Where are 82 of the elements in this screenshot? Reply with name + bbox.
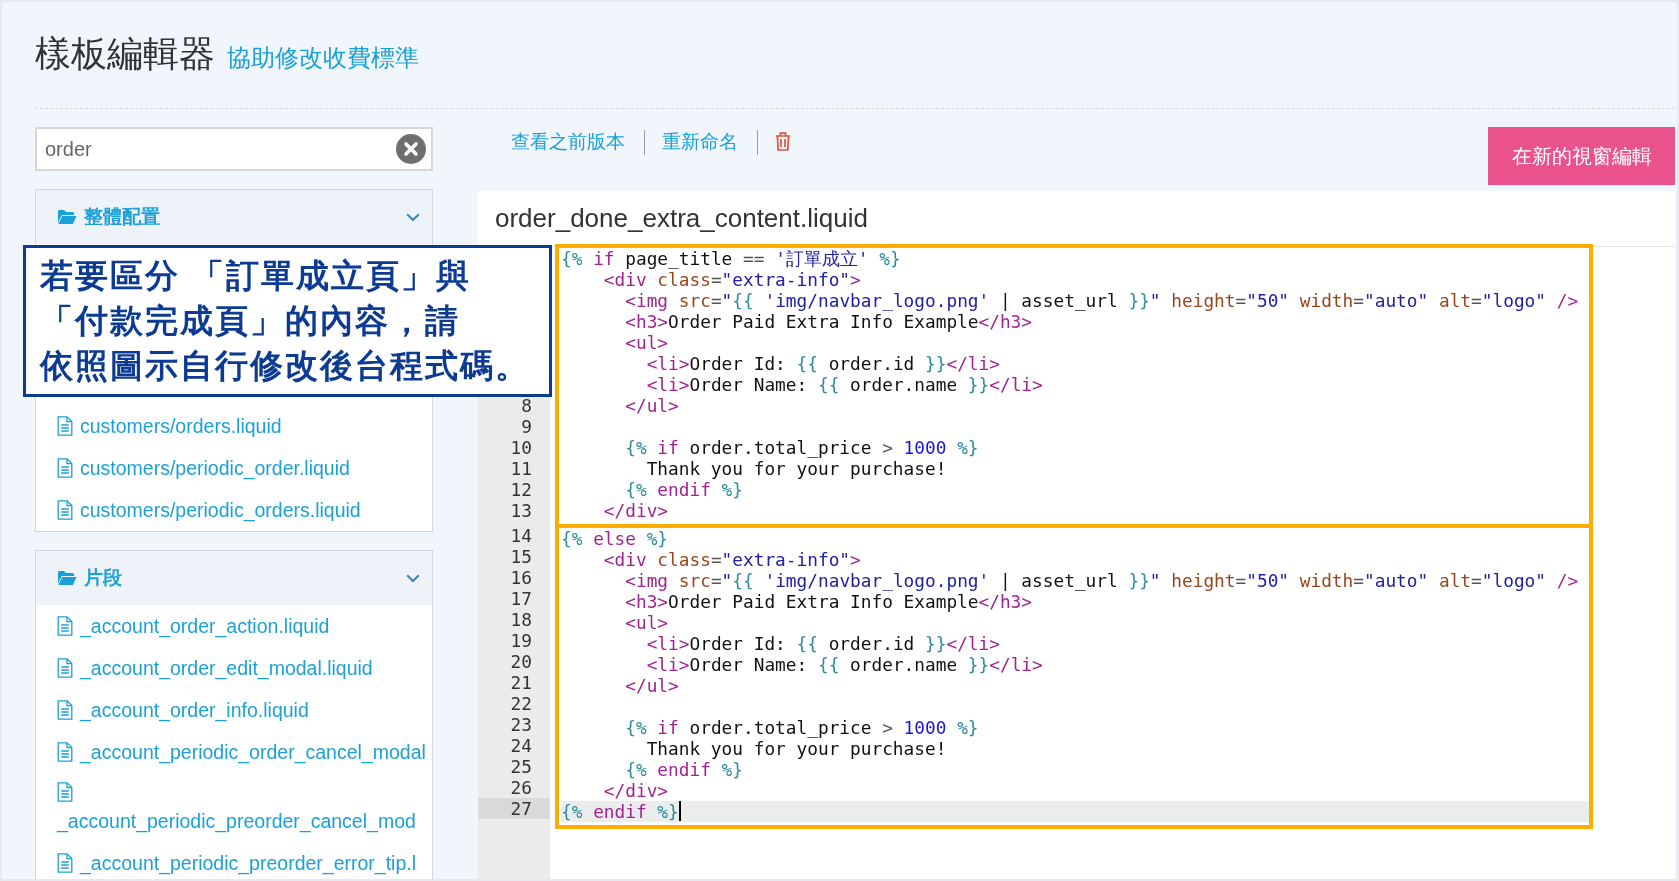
file-link[interactable]: _account_order_edit_modal.liquid [57,656,432,680]
line-number: 8 [520,395,533,416]
file-link[interactable]: customers/periodic_order.liquid [57,456,432,480]
callout-text: 依照圖示自行修改後台程式碼。 [40,346,530,386]
line-number: 14 [509,525,533,546]
line-number: 20 [509,651,533,672]
code-line: <img src="{{ 'img/navbar_logo.png' | asset_url }}" height="50" width="auto" alt="logo" /> [625,570,1579,591]
line-number: 21 [509,672,533,693]
line-number: 9 [520,416,533,437]
file-link[interactable]: customers/orders.liquid [57,414,432,438]
code-line: {% if page_title == '訂單成立' %} [561,248,901,269]
code-line: <div class="extra-info"> [603,549,861,570]
clear-icon[interactable] [396,134,426,164]
file-icon [57,782,73,802]
line-number: 23 [509,714,533,735]
file-icon [57,700,73,720]
callout-text: 若要區分 「訂單成立頁」與 [40,256,472,296]
line-number: 24 [509,735,533,756]
code-line: <h3>Order Paid Extra Info Example</h3> [625,311,1033,332]
folder-icon [57,570,77,586]
file-icon [57,742,73,762]
file-icon [57,658,73,678]
code-line: {% endif %} [625,479,743,500]
code-line: </ul> [625,395,679,416]
line-number: 12 [509,479,533,500]
file-icon [57,616,73,636]
code-line: <h3>Order Paid Extra Info Example</h3> [625,591,1033,612]
line-number: 27 [478,798,550,819]
code-line: <ul> [625,332,669,353]
folder-header[interactable]: 片段 [36,551,432,605]
line-number: 16 [509,567,533,588]
line-number: 18 [509,609,533,630]
chevron-icon[interactable] [406,573,420,583]
code-line: {% endif %} [561,801,679,822]
help-link[interactable]: 協助修改收費標準 [227,42,419,74]
code-line: Thank you for your purchase! [646,458,947,479]
file-link[interactable]: _account_periodic_preorder_cancel_mod [57,782,432,833]
code-line: {% endif %} [625,759,743,780]
code-line: </div> [603,780,669,801]
edit-in-new-window-button[interactable]: 在新的視窗編輯 [1488,127,1675,185]
text-cursor-icon [678,801,681,821]
file-name: order_done_extra_content.liquid [495,203,868,234]
file-link[interactable]: _account_order_action.liquid [57,614,432,638]
code-line: </div> [603,500,669,521]
line-number: 25 [509,756,533,777]
line-number: 13 [509,500,533,521]
callout-text: 「付款完成頁」的內容，請 [40,301,460,341]
search-field[interactable]: order [35,127,433,171]
code-line: </ul> [625,675,679,696]
line-number: 11 [509,458,533,479]
code-line: {% if order.total_price > 1000 %} [625,717,979,738]
file-icon [57,853,73,873]
code-line: <li>Order Name: {{ order.name }}</li> [646,374,1043,395]
line-number: 22 [509,693,533,714]
line-number: 15 [509,546,533,567]
code-line: <div class="extra-info"> [603,269,861,290]
file-link[interactable]: _account_order_info.liquid [57,698,432,722]
file-link[interactable]: customers/periodic_orders.liquid [57,498,432,522]
line-number: 10 [509,437,533,458]
page-title: 樣板編輯器 [35,33,215,75]
code-line: <li>Order Name: {{ order.name }}</li> [646,654,1043,675]
code-line: Thank you for your purchase! [646,738,947,759]
file-link[interactable]: _account_periodic_preorder_error_tip.l [57,851,432,875]
line-number: 19 [509,630,533,651]
file-icon [57,458,73,478]
file-icon [57,416,73,436]
code-line: <ul> [625,612,669,633]
code-line: {% else %} [561,528,669,549]
code-line: <li>Order Id: {{ order.id }}</li> [646,633,1000,654]
folder-icon [57,209,77,225]
code-line: <img src="{{ 'img/navbar_logo.png' | asset_url }}" height="50" width="auto" alt="logo" /> [625,290,1579,311]
file-link[interactable]: _account_periodic_order_cancel_modal [57,740,432,764]
toolbar-link[interactable]: 重新命名 [662,127,738,157]
trash-icon[interactable] [775,132,791,151]
folder-header[interactable]: 整體配置 [36,190,432,244]
code-line: {% if order.total_price > 1000 %} [625,437,979,458]
line-number: 17 [509,588,533,609]
file-icon [57,500,73,520]
line-number: 26 [509,777,533,798]
code-line: <li>Order Id: {{ order.id }}</li> [646,353,1000,374]
chevron-icon[interactable] [406,212,420,222]
toolbar-link[interactable]: 查看之前版本 [511,127,625,157]
